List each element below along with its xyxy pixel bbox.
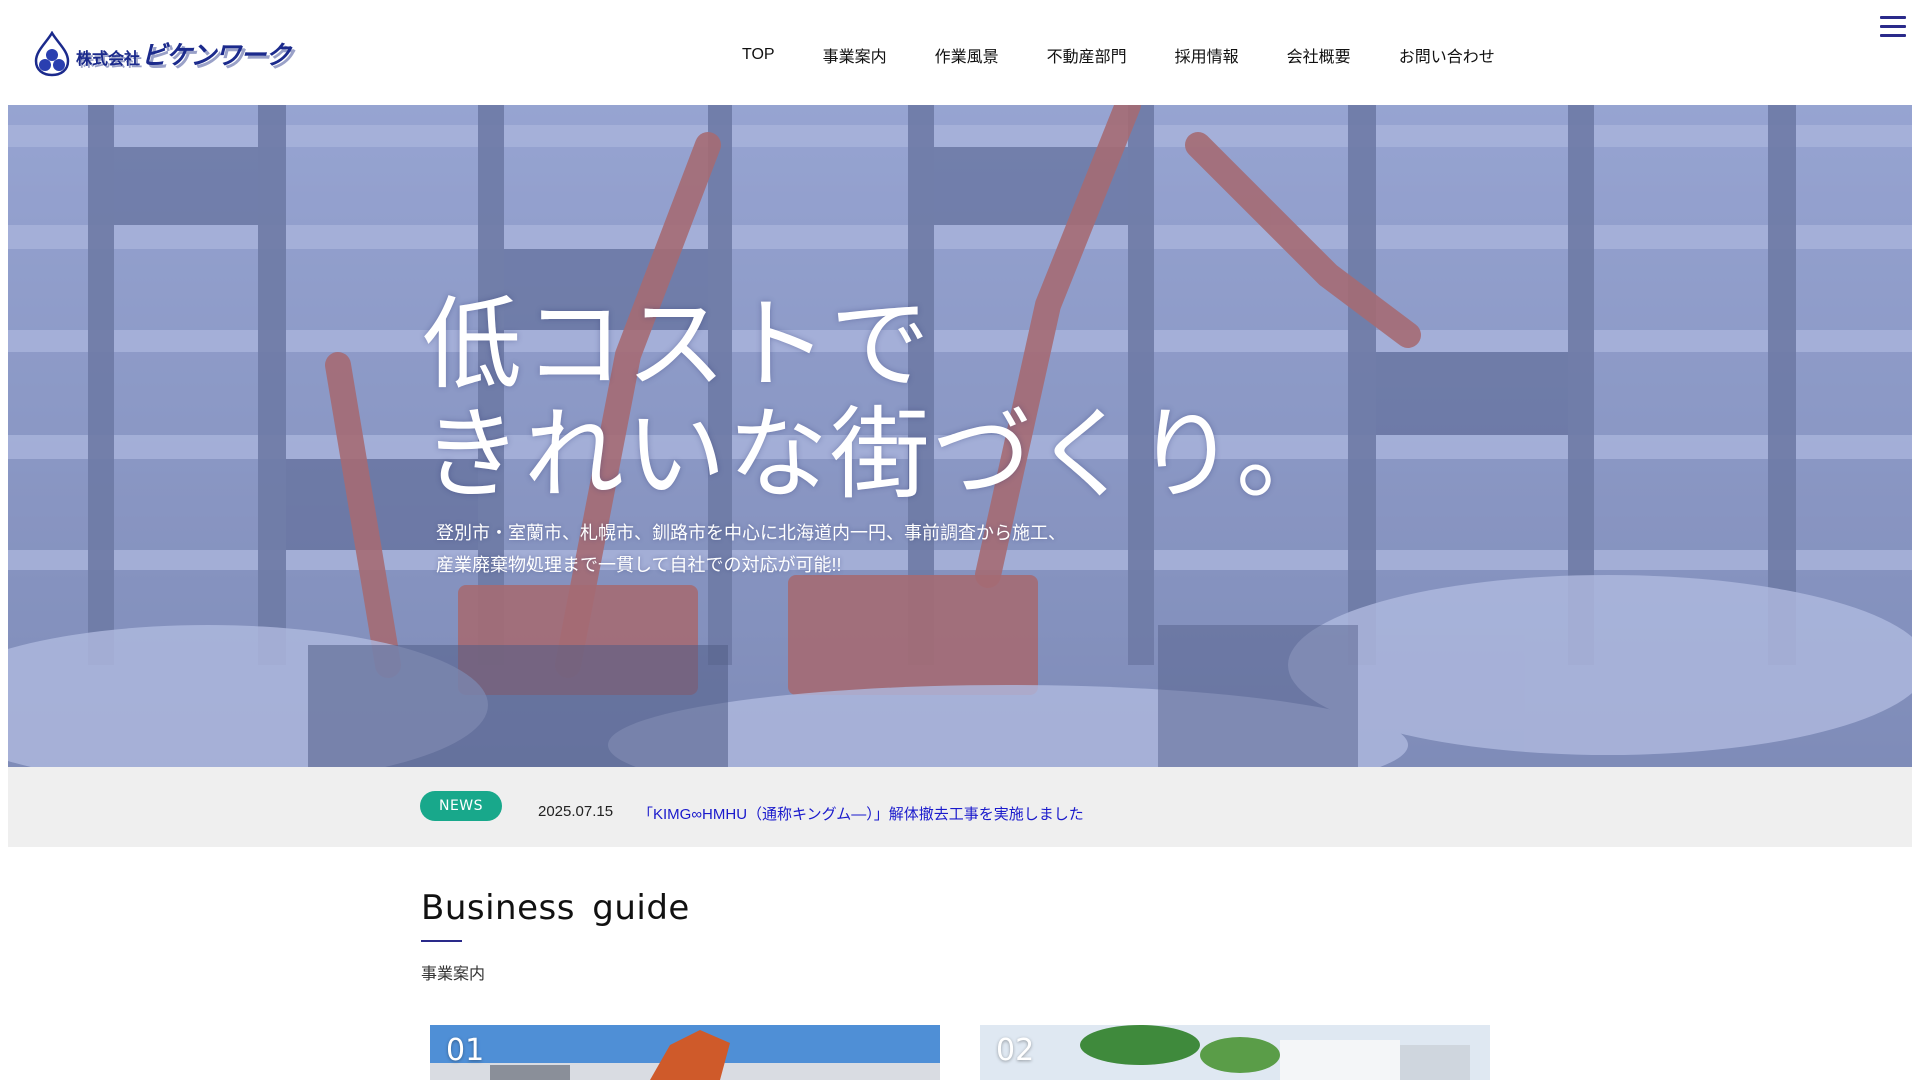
- news-headline-link[interactable]: 「KIMG∞HMHU（通称キングム―）」解体撤去工事を実施しました: [638, 803, 1084, 824]
- company-logo[interactable]: 株式会社 ビケンワーク: [32, 30, 322, 78]
- hamburger-menu-icon[interactable]: [1880, 16, 1906, 38]
- hero-heading-line1: 低コストで: [422, 286, 932, 403]
- hero-description-line2: 産業廃棄物処理まで一貫して自社での対応が可能!!: [436, 555, 842, 575]
- nav-top[interactable]: TOP: [742, 46, 775, 64]
- nav-company[interactable]: 会社概要: [1287, 43, 1351, 67]
- business-card-01-photo: [430, 1025, 940, 1080]
- logo-prefix: 株式会社: [76, 49, 141, 68]
- section-subtitle: 事業案内: [421, 966, 486, 983]
- business-card-01[interactable]: 01: [430, 1025, 940, 1080]
- section-title: Business guide: [421, 888, 690, 928]
- news-badge: NEWS: [420, 791, 502, 821]
- nav-real-estate[interactable]: 不動産部門: [1047, 43, 1127, 67]
- hero-description-line1: 登別市・室蘭市、札幌市、釧路市を中心に北海道内一円、事前調査から施工、: [436, 523, 1066, 543]
- business-card-02-photo: [980, 1025, 1490, 1080]
- business-card-01-number: 01: [446, 1033, 485, 1068]
- news-date: 2025.07.15: [538, 803, 614, 820]
- news-bar: NEWS 2025.07.15 「KIMG∞HMHU（通称キングム―）」解体撤去…: [8, 767, 1912, 847]
- hero-heading: 低コストで きれいな街づくり。: [422, 290, 1338, 510]
- nav-business[interactable]: 事業案内: [823, 43, 887, 67]
- nav-contact[interactable]: お問い合わせ: [1399, 43, 1495, 67]
- site-header: 株式会社 ビケンワーク TOP 事業案内 作業風景 不動産部門 採用情報 会社概…: [0, 0, 1920, 105]
- logo-name: ビケンワーク: [141, 41, 291, 71]
- nav-recruit[interactable]: 採用情報: [1175, 43, 1239, 67]
- business-card-02-number: 02: [996, 1033, 1035, 1068]
- logo-drop-icon: [34, 31, 70, 77]
- section-underline: [421, 940, 462, 942]
- hero-heading-line2: きれいな街づくり。: [422, 396, 1338, 513]
- hero-description: 登別市・室蘭市、札幌市、釧路市を中心に北海道内一円、事前調査から施工、 産業廃棄…: [436, 517, 1066, 581]
- business-card-02[interactable]: 02: [980, 1025, 1490, 1080]
- hero-banner: 低コストで きれいな街づくり。 登別市・室蘭市、札幌市、釧路市を中心に北海道内一…: [8, 105, 1912, 767]
- nav-work-scenes[interactable]: 作業風景: [935, 43, 999, 67]
- main-nav: TOP 事業案内 作業風景 不動産部門 採用情報 会社概要 お問い合わせ: [742, 42, 1495, 68]
